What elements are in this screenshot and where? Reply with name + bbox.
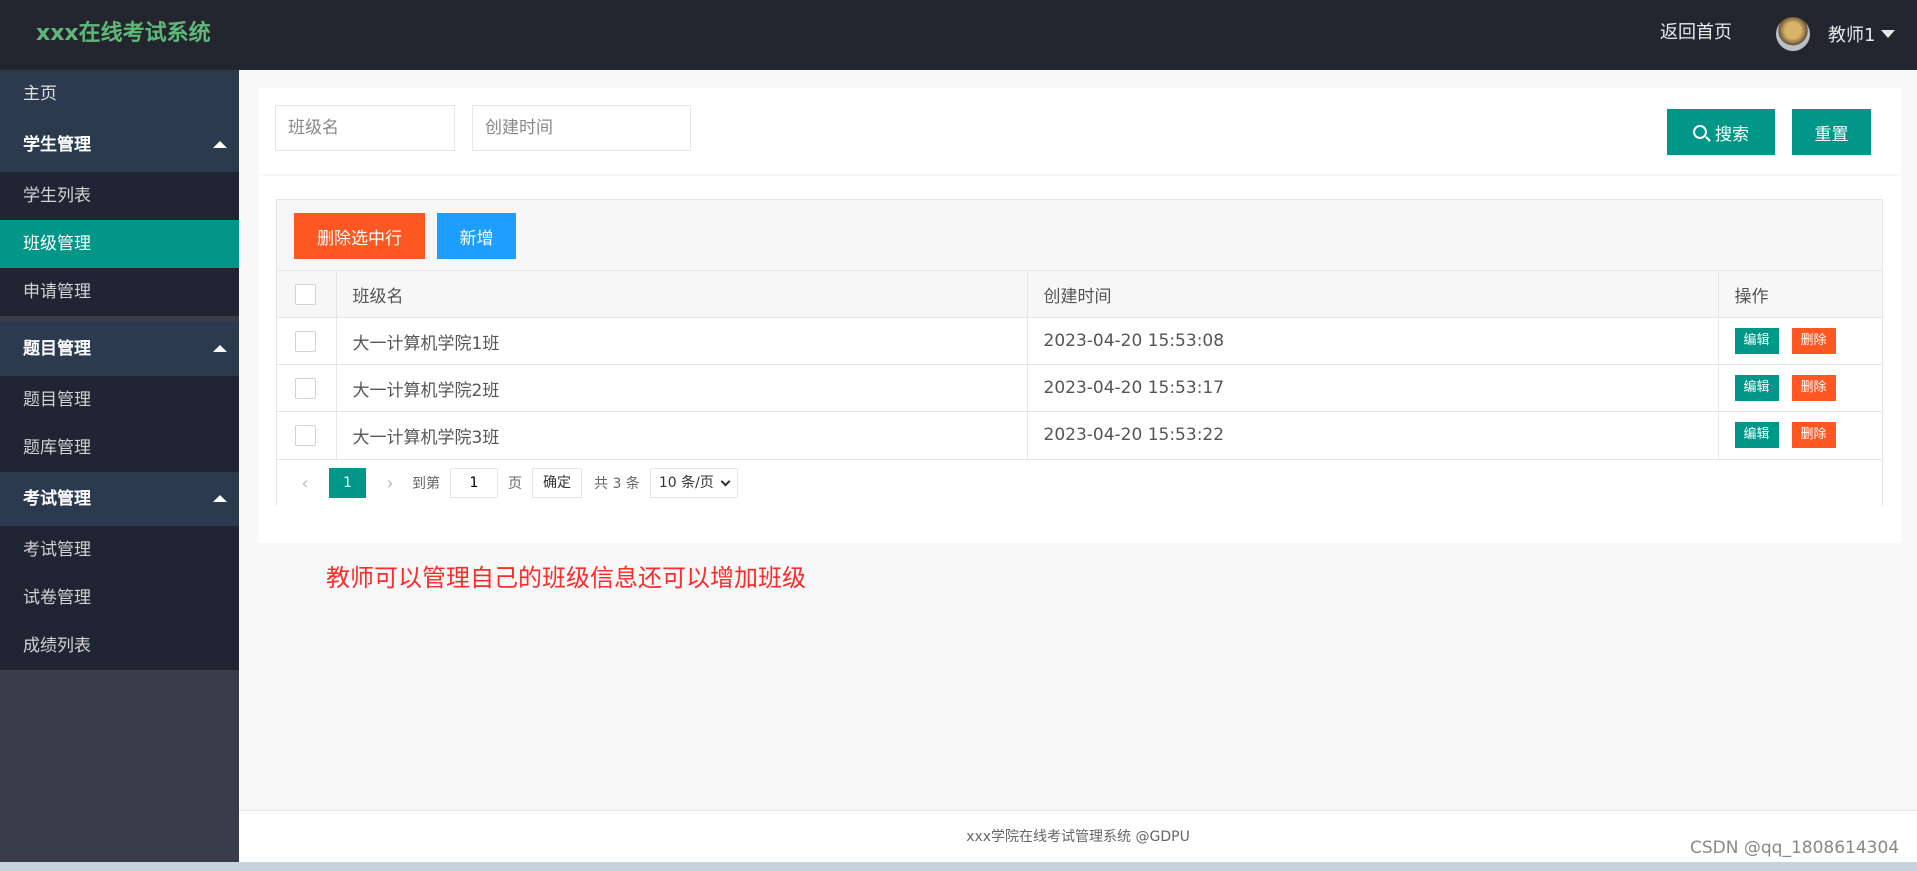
search-button[interactable]: 搜索: [1667, 109, 1775, 155]
delete-button[interactable]: 删除: [1791, 375, 1836, 401]
created-time-cell: 2023-04-20 15:53:22: [1027, 411, 1719, 459]
search-panel: 搜索 重置: [258, 88, 1901, 174]
reset-button[interactable]: 重置: [1792, 109, 1871, 155]
actions-cell: 编辑 删除: [1718, 317, 1882, 365]
delete-button[interactable]: 删除: [1791, 422, 1836, 449]
bottom-strip: [0, 862, 1917, 871]
page-size-select[interactable]: 10 条/页: [649, 468, 738, 498]
table-row: 大一计算机学院1班 2023-04-20 15:53:08 编辑 删除: [277, 317, 1882, 365]
prev-page-icon[interactable]: ‹: [293, 473, 317, 494]
table-row: 大一计算机学院3班 2023-04-20 15:53:22 编辑 删除: [277, 411, 1882, 459]
edit-button[interactable]: 编辑: [1734, 422, 1779, 449]
page-1-button[interactable]: 1: [329, 468, 366, 498]
row-select-cell: [277, 317, 337, 365]
table-row: 大一计算机学院2班 2023-04-20 15:53:17 编辑 删除: [277, 364, 1882, 412]
class-table: 班级名 创建时间 操作 大一计算机学院1班 2023-04-20 15:53:0…: [277, 270, 1882, 459]
goto-page-input[interactable]: [450, 468, 498, 498]
class-name-input[interactable]: [275, 105, 455, 151]
sidebar-group-label: 学生管理: [23, 135, 91, 155]
avatar[interactable]: [1776, 17, 1810, 51]
sidebar-item-question-bank[interactable]: 题库管理: [0, 424, 239, 472]
return-home-link[interactable]: 返回首页: [1660, 0, 1732, 66]
next-page-icon[interactable]: ›: [378, 473, 402, 494]
caret-up-icon: [213, 345, 227, 352]
app-logo[interactable]: xxx在线考试系统: [36, 0, 211, 68]
sidebar-item-exam-management[interactable]: 考试管理: [0, 526, 239, 574]
goto-prefix-label: 到第: [412, 476, 440, 492]
table-header-row: 班级名 创建时间 操作: [277, 270, 1882, 318]
sidebar-group-label: 题目管理: [23, 339, 91, 359]
pagination: ‹ 1 › 到第 页 确定 共 3 条 10 条/页: [277, 459, 1882, 506]
class-name-cell: 大一计算机学院1班: [336, 317, 1028, 365]
page-size-value: 10 条/页: [658, 475, 714, 491]
edit-button[interactable]: 编辑: [1734, 375, 1779, 401]
caret-up-icon: [213, 141, 227, 148]
sidebar-group-exam[interactable]: 考试管理: [0, 472, 239, 526]
created-time-input[interactable]: [472, 105, 691, 151]
sidebar-group-label: 考试管理: [23, 489, 91, 509]
sidebar-item-application-management[interactable]: 申请管理: [0, 268, 239, 316]
created-time-cell: 2023-04-20 15:53:08: [1027, 317, 1719, 365]
select-all-checkbox[interactable]: [295, 283, 316, 305]
row-select-cell: [277, 411, 337, 459]
caret-down-icon[interactable]: [1881, 30, 1896, 38]
row-checkbox[interactable]: [295, 424, 316, 446]
delete-button[interactable]: 删除: [1791, 328, 1836, 354]
select-all-cell: [277, 270, 337, 318]
created-time-cell: 2023-04-20 15:53:17: [1027, 364, 1719, 412]
total-count: 共 3 条: [594, 476, 640, 492]
sidebar-item-home[interactable]: 主页: [0, 70, 239, 118]
row-checkbox[interactable]: [295, 377, 316, 399]
sidebar-group-student[interactable]: 学生管理: [0, 118, 239, 172]
column-header-class-name[interactable]: 班级名: [336, 270, 1028, 318]
row-select-cell: [277, 364, 337, 412]
user-name[interactable]: 教师1: [1828, 21, 1875, 47]
column-header-created-time[interactable]: 创建时间: [1027, 270, 1719, 318]
actions-cell: 编辑 删除: [1718, 364, 1882, 412]
sidebar-item-score-list[interactable]: 成绩列表: [0, 622, 239, 670]
sidebar-item-question-management[interactable]: 题目管理: [0, 376, 239, 424]
table-panel: 删除选中行 新增 班级名 创建时间 操作 大一计算机学院1班 2023-04-2: [258, 176, 1901, 543]
chevron-down-icon: [720, 476, 731, 486]
user-menu[interactable]: 教师1: [1776, 16, 1896, 52]
sidebar-group-question[interactable]: 题目管理: [0, 322, 239, 376]
goto-confirm-button[interactable]: 确定: [532, 468, 582, 498]
column-header-actions: 操作: [1718, 270, 1882, 318]
main-content: 搜索 重置 删除选中行 新增 班级名 创建时间 操作: [239, 70, 1917, 810]
class-name-cell: 大一计算机学院3班: [336, 411, 1028, 459]
edit-button[interactable]: 编辑: [1734, 328, 1779, 354]
class-name-cell: 大一计算机学院2班: [336, 364, 1028, 412]
actions-cell: 编辑 删除: [1718, 411, 1882, 459]
data-table-container: 删除选中行 新增 班级名 创建时间 操作 大一计算机学院1班 2023-04-2: [276, 199, 1883, 506]
caret-up-icon: [213, 495, 227, 502]
sidebar-item-class-management[interactable]: 班级管理: [0, 220, 239, 268]
top-header: xxx在线考试系统 返回首页 教师1: [0, 0, 1917, 70]
search-button-label: 搜索: [1715, 124, 1749, 145]
watermark: CSDN @qq_1808614304: [1690, 838, 1900, 858]
annotation-note: 教师可以管理自己的班级信息还可以增加班级: [326, 564, 806, 592]
add-button[interactable]: 新增: [437, 213, 516, 259]
search-icon: [1693, 125, 1707, 139]
sidebar: 主页 学生管理 学生列表 班级管理 申请管理 题目管理 题目管理 题库管理 考试…: [0, 70, 239, 871]
sidebar-item-paper-management[interactable]: 试卷管理: [0, 574, 239, 622]
goto-suffix-label: 页: [508, 476, 522, 492]
delete-selected-button[interactable]: 删除选中行: [294, 213, 425, 259]
sidebar-item-student-list[interactable]: 学生列表: [0, 172, 239, 220]
footer: xxx学院在线考试管理系统 @GDPU: [239, 810, 1917, 862]
row-checkbox[interactable]: [295, 330, 316, 352]
